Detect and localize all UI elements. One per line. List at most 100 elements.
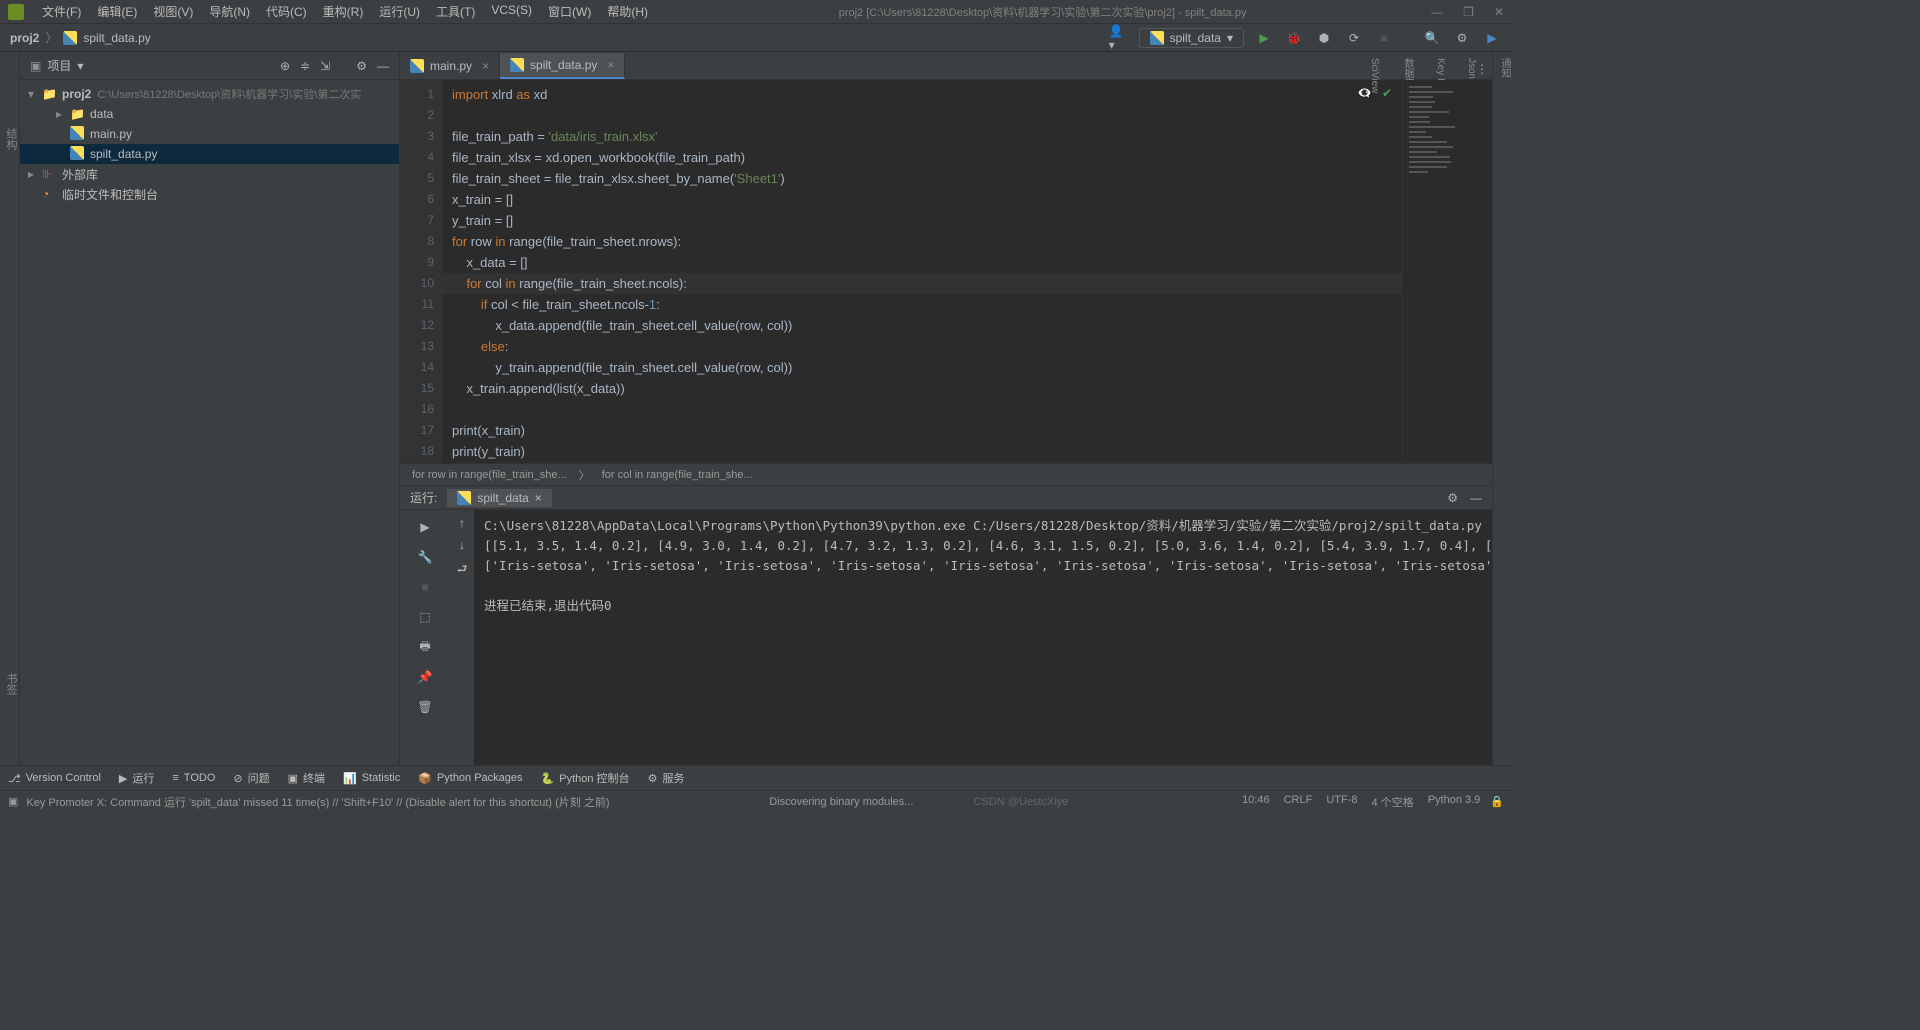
stop-button[interactable]: ■ [414, 576, 436, 598]
run-button[interactable]: ▶ [1254, 28, 1274, 48]
user-icon[interactable]: 👤▾ [1109, 28, 1129, 48]
rerun-button[interactable]: ▶ [414, 516, 436, 538]
inspections-off-icon[interactable]: 👁‍🗨 [1357, 86, 1372, 100]
bottom-tab[interactable]: ⚙服务 [648, 770, 685, 786]
menu-item[interactable]: 视图(V) [147, 1, 199, 22]
code-content[interactable]: import xlrd as xdfile_train_path = 'data… [442, 80, 1402, 463]
wrap-icon[interactable]: ⮐ [457, 560, 468, 581]
tree-scratches[interactable]: ◔ 临时文件和控制台 [20, 184, 399, 204]
close-icon[interactable]: ✕ [1494, 5, 1504, 19]
chevron-down-icon[interactable]: ▾ [77, 59, 83, 73]
line-gutter: 123456789101112131415161718 [400, 80, 442, 463]
menu-item[interactable]: 运行(U) [373, 1, 426, 22]
tree-item[interactable]: main.py [20, 124, 399, 144]
close-icon[interactable]: × [607, 58, 614, 72]
project-tree: ▾📁 proj2 C:\Users\81228\Desktop\资料\机器学习\… [20, 80, 399, 208]
settings-icon[interactable]: ⚙ [1452, 28, 1472, 48]
editor-area: main.py×spilt_data.py× ⋮ 123456789101112… [400, 52, 1492, 765]
search-icon[interactable]: 🔍 [1422, 28, 1442, 48]
menu-item[interactable]: 代码(C) [260, 1, 313, 22]
lock-icon[interactable]: 🔒 [1490, 795, 1504, 808]
sidebar-header: ▣ 项目 ▾ ⊕ ≑ ⇲ ⚙ — [20, 52, 399, 80]
crumb1[interactable]: for row in range(file_train_she... [412, 469, 567, 481]
bottom-tool-tabs: ⎇Version Control ▶运行 ≡TODO ⊘问题 ▣终端 📊Statistic… [0, 765, 1512, 790]
navbar: proj2 〉 spilt_data.py 👤▾ spilt_data ▾ ▶ … [0, 24, 1512, 52]
coverage-button[interactable]: ⬢ [1314, 28, 1334, 48]
bottom-tab[interactable]: ≡TODO [172, 772, 215, 784]
debug-button[interactable]: 🐞 [1284, 28, 1304, 48]
menu-item[interactable]: 帮助(H) [601, 1, 654, 22]
python-icon [457, 491, 471, 505]
right-tool-tab[interactable]: 通知 [1497, 58, 1512, 765]
status-item[interactable]: 10:46 [1242, 794, 1270, 810]
menu-item[interactable]: 导航(N) [203, 1, 256, 22]
bottom-tab[interactable]: 🐍Python 控制台 [541, 770, 630, 786]
profile-button[interactable]: ⟳ [1344, 28, 1364, 48]
menu-item[interactable]: 文件(F) [36, 1, 87, 22]
tree-item[interactable]: ▸📁data [20, 104, 399, 124]
run-tab[interactable]: spilt_data × [447, 489, 551, 507]
bottom-tab[interactable]: ⎇Version Control [8, 772, 101, 785]
status-item[interactable]: UTF-8 [1326, 794, 1357, 810]
status-message: Key Promoter X: Command 运行 'spilt_data' … [26, 794, 609, 810]
down-icon[interactable]: ↓ [459, 538, 465, 552]
python-icon [1150, 31, 1164, 45]
status-item[interactable]: Python 3.9 [1428, 794, 1481, 810]
trash-icon[interactable]: 🗑 [414, 696, 436, 718]
breadcrumb-root[interactable]: proj2 [10, 31, 39, 45]
maximize-icon[interactable]: ❐ [1463, 5, 1474, 19]
run-config-selector[interactable]: spilt_data ▾ [1139, 28, 1244, 48]
learn-icon[interactable]: ▶ [1482, 28, 1502, 48]
pin-icon[interactable]: 📌 [414, 666, 436, 688]
app-logo-icon [8, 4, 24, 20]
run-label: 运行: [410, 489, 437, 506]
close-icon[interactable]: × [535, 491, 542, 505]
run-panel: 运行: spilt_data × ⚙ — ▶ 🔧 ■ ⬚ 🖶 [400, 485, 1492, 765]
run-config-name: spilt_data [1170, 31, 1221, 45]
window-title: proj2 [C:\Users\81228\Desktop\资料\机器学习\实验… [654, 4, 1431, 20]
breadcrumb: proj2 〉 spilt_data.py [10, 29, 151, 46]
bottom-tab[interactable]: ⊘问题 [233, 770, 269, 786]
layout-icon[interactable]: ⬚ [414, 606, 436, 628]
project-icon: ▣ [30, 59, 41, 73]
print-icon[interactable]: 🖶 [414, 636, 436, 658]
bottom-tab[interactable]: ▣终端 [288, 770, 325, 786]
editor[interactable]: 123456789101112131415161718 import xlrd … [400, 80, 1492, 463]
status-indicator-icon[interactable]: ▣ [8, 795, 18, 808]
ok-check-icon[interactable]: ✔ [1382, 86, 1392, 100]
editor-tab[interactable]: spilt_data.py× [500, 53, 625, 79]
minimap[interactable] [1402, 80, 1492, 463]
menu-item[interactable]: 编辑(E) [91, 1, 143, 22]
bottom-tab[interactable]: ▶运行 [119, 770, 154, 786]
menu-item[interactable]: VCS(S) [485, 1, 538, 22]
bottom-tab[interactable]: 📊Statistic [343, 772, 400, 785]
tree-external-libs[interactable]: ▸⊪ 外部库 [20, 164, 399, 184]
collapse-icon[interactable]: ≑ [300, 59, 310, 73]
tree-root[interactable]: ▾📁 proj2 C:\Users\81228\Desktop\资料\机器学习\… [20, 84, 399, 104]
expand-icon[interactable]: ⇲ [320, 59, 330, 73]
up-icon[interactable]: ↑ [459, 516, 465, 530]
menu-item[interactable]: 工具(T) [430, 1, 481, 22]
tree-item[interactable]: spilt_data.py [20, 144, 399, 164]
status-item[interactable]: CRLF [1284, 794, 1313, 810]
menu-item[interactable]: 窗口(W) [542, 1, 597, 22]
gear-icon[interactable]: ⚙ [356, 59, 367, 73]
bottom-tab[interactable]: 📦Python Packages [418, 772, 522, 785]
target-icon[interactable]: ⊕ [280, 59, 290, 73]
bookmarks-tab[interactable]: 书签 [5, 673, 17, 695]
right-tool-gutter[interactable]: 通知Json ParserKey Promoter X数据库SciView [1492, 52, 1512, 765]
editor-tab[interactable]: main.py× [400, 53, 500, 79]
menu-item[interactable]: 重构(R) [317, 1, 370, 22]
left-tool-gutter[interactable]: 结构 书签 [0, 52, 20, 765]
gear-icon[interactable]: ⚙ [1447, 491, 1458, 505]
minimize-icon[interactable]: — [1431, 5, 1443, 19]
breadcrumb-file[interactable]: spilt_data.py [83, 31, 150, 45]
stop-button[interactable]: ■ [1374, 28, 1394, 48]
structure-tab[interactable]: 结构 [5, 128, 17, 150]
crumb2[interactable]: for col in range(file_train_she... [602, 469, 753, 481]
console-output[interactable]: C:\Users\81228\AppData\Local\Programs\Py… [474, 510, 1492, 765]
hide-icon[interactable]: — [377, 59, 389, 73]
status-item[interactable]: 4 个空格 [1372, 794, 1414, 810]
close-icon[interactable]: × [482, 59, 489, 73]
wrench-icon[interactable]: 🔧 [414, 546, 436, 568]
